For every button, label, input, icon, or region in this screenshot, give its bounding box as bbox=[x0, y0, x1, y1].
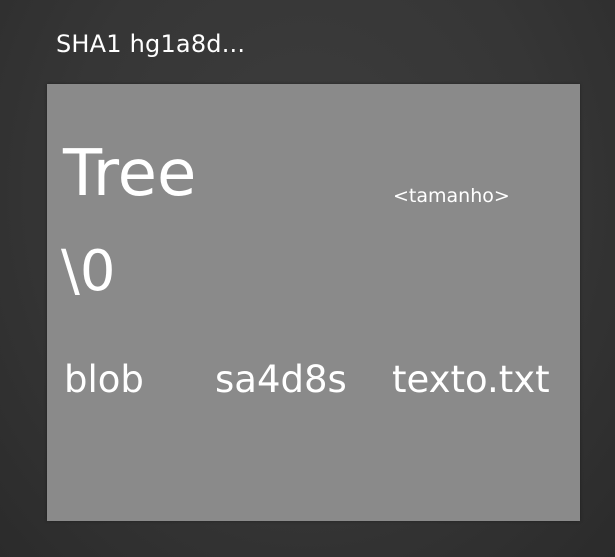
entry-hash: sa4d8s bbox=[215, 358, 347, 401]
object-hash-label: SHA1 hg1a8d... bbox=[56, 30, 246, 58]
tree-object-box: Tree <tamanho> \0 blob sa4d8s texto.txt bbox=[47, 84, 580, 521]
null-separator: \0 bbox=[61, 239, 116, 304]
object-size-label: <tamanho> bbox=[393, 185, 510, 207]
entry-filename: texto.txt bbox=[392, 358, 550, 401]
object-type-title: Tree bbox=[63, 137, 197, 211]
tree-entry-row: blob sa4d8s texto.txt bbox=[47, 358, 580, 410]
entry-type: blob bbox=[64, 358, 144, 401]
